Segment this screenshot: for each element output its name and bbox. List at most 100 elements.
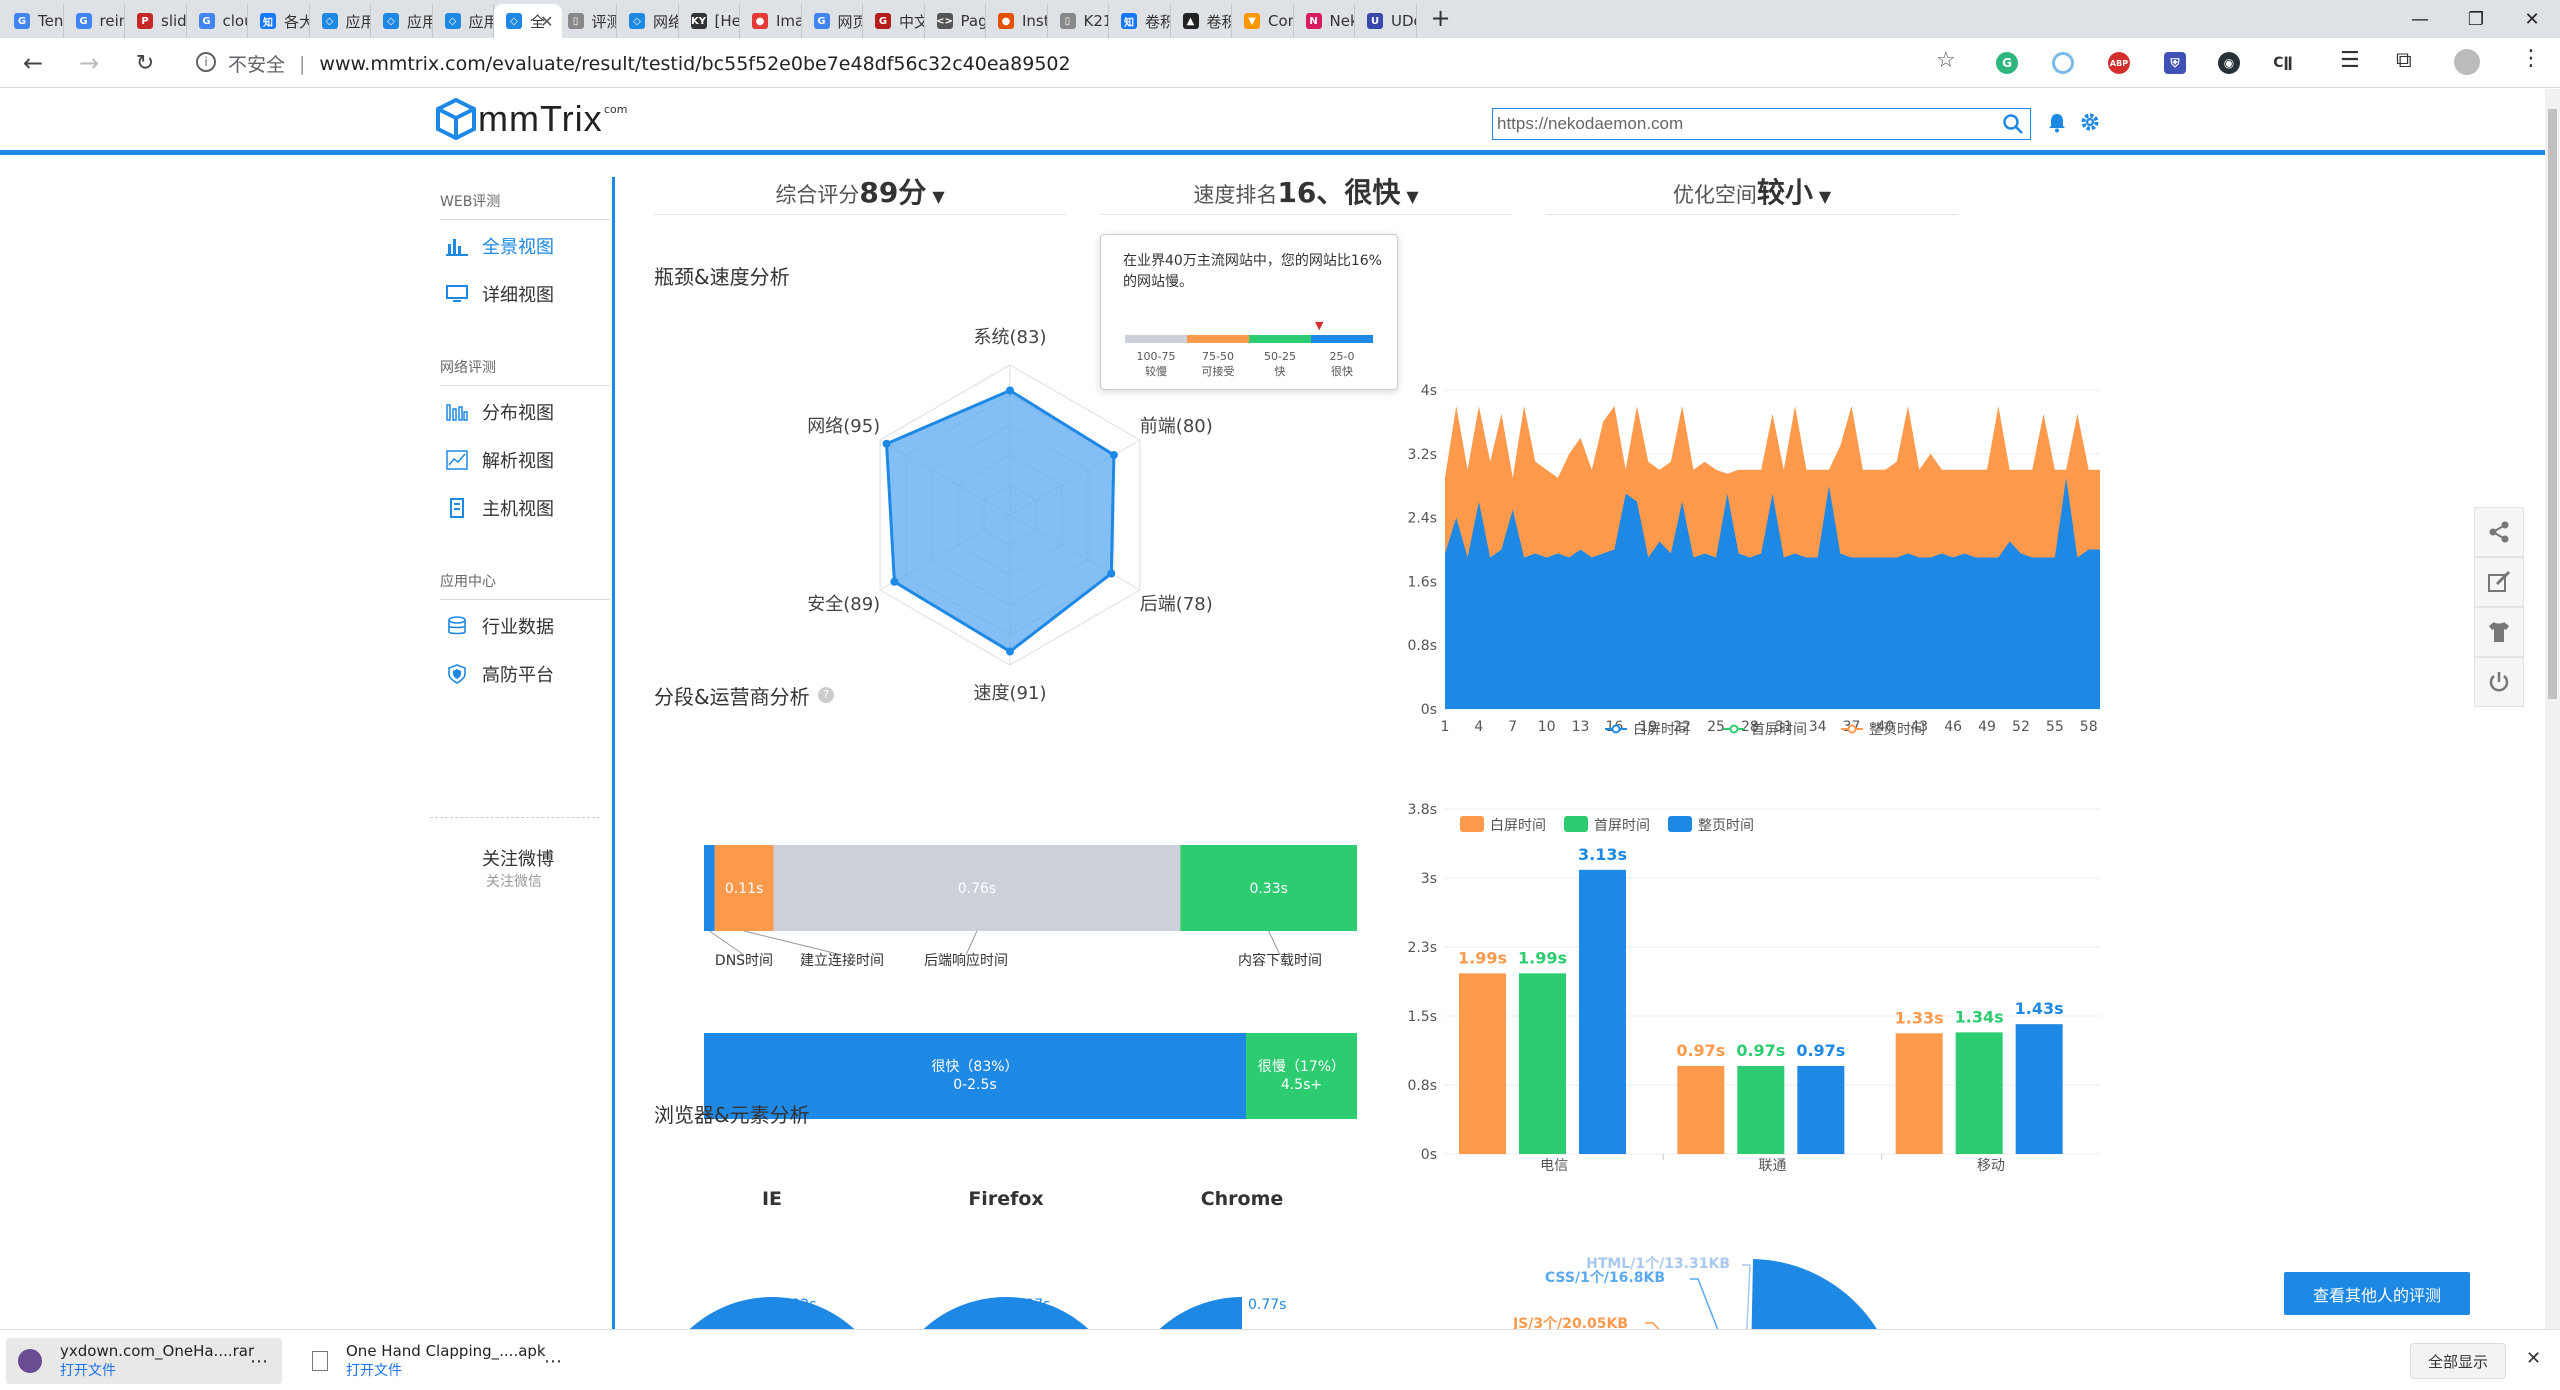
browser-tab[interactable]: KY [Hexo [679, 4, 740, 38]
follow-weibo-link[interactable]: 关注微博 [482, 845, 554, 871]
tab-close-icon[interactable]: ✕ [540, 12, 553, 31]
browser-tab[interactable]: 知卷积神 [1109, 4, 1171, 38]
download-more-button[interactable]: ⋯ [544, 1351, 562, 1372]
browser-tab[interactable]: ▼ Convolu [1232, 4, 1294, 38]
browser-tab[interactable]: Greinstall [64, 4, 125, 38]
tab-label: 卷积神 [1206, 12, 1232, 31]
sidebar-item-industry[interactable]: 行业数据 [446, 613, 554, 639]
browser-tab[interactable]: ▲ 卷积神 [1171, 4, 1232, 38]
segment-block [704, 845, 715, 931]
circle-extension-icon[interactable] [2052, 52, 2074, 74]
reload-button[interactable]: ↻ [130, 48, 160, 78]
edit-icon [2488, 570, 2511, 592]
download-bar: yxdown.com_OneHa....rar 打开文件 ⋯ One Hand … [0, 1329, 2560, 1390]
sidebar-item-overview[interactable]: 全景视图 [446, 233, 554, 259]
overall-score-tab[interactable]: 综合评分89分 ▼ [654, 171, 1066, 215]
page-content: mmTrix com WEB评测 全景视图 详细视图 [0, 89, 2545, 1329]
forward-button[interactable]: → [74, 48, 104, 78]
reading-list-icon[interactable]: ☰ [2340, 48, 2360, 73]
code-extension-icon[interactable]: Cǁ [2272, 52, 2294, 74]
dark-extension-icon[interactable]: ◉ [2218, 52, 2240, 74]
profile-avatar[interactable] [2454, 49, 2480, 75]
search-box[interactable] [1492, 108, 2031, 140]
bell-icon[interactable] [2048, 113, 2066, 133]
show-all-downloads-button[interactable]: 全部显示 [2410, 1343, 2506, 1379]
optimization-space-tab[interactable]: 优化空间较小 ▼ [1546, 171, 1958, 215]
sidebar-item-defense[interactable]: 高防平台 [446, 661, 554, 687]
browser-tab[interactable]: ◇ 全​ ✕ [494, 4, 562, 38]
segment-value: 0.11s [725, 881, 763, 897]
tab-favicon-icon: KY [690, 13, 707, 29]
speed-rank-tab[interactable]: 速度排名16、很快 ▼ [1100, 171, 1512, 215]
adblock-extension-icon[interactable]: ABP [2108, 52, 2130, 74]
pie-slice-images [1751, 1259, 1877, 1329]
browser-tab[interactable]: ◇ 应用评测 [310, 4, 371, 38]
edit-button[interactable] [2474, 557, 2524, 607]
radar-label: 后端(78) [1140, 594, 1213, 615]
browser-tab[interactable]: ▯ 评测报告 [556, 4, 617, 38]
new-tab-button[interactable]: + [1431, 4, 1451, 32]
search-input[interactable] [1493, 109, 1973, 139]
menu-icon[interactable]: ⋮ [2520, 46, 2542, 71]
sidebar-item-detail[interactable]: 详细视图 [446, 281, 554, 307]
browser-tab[interactable]: G 中文网 [863, 4, 925, 38]
tooltip-range: 50-25 [1264, 350, 1296, 363]
collections-icon[interactable]: ⧉ [2396, 48, 2412, 73]
bookmark-star-icon[interactable]: ☆ [1936, 48, 1956, 73]
browser-tab[interactable]: ◇ 应用评测 [371, 4, 433, 38]
caret-down-icon: ▼ [932, 187, 945, 206]
window-close-button[interactable]: ✕ [2504, 0, 2560, 38]
minimize-button[interactable]: — [2392, 0, 2448, 38]
browser-tab[interactable]: ◇ 网络评测 [617, 4, 679, 38]
download-more-button[interactable]: ⋯ [250, 1351, 268, 1372]
browser-tab[interactable]: Pslides_v [125, 4, 187, 38]
download-item[interactable]: One Hand Clapping_....apk 打开文件 ⋯ [300, 1338, 576, 1384]
restore-button[interactable]: ❐ [2448, 0, 2504, 38]
mmtrix-logo[interactable]: mmTrix com [434, 97, 628, 141]
browser-tab[interactable]: <> PageSp [925, 4, 986, 38]
browser-tab[interactable]: N NekoDa [1294, 4, 1355, 38]
slow-label: 很慢（17%） [1257, 1059, 1346, 1075]
search-icon[interactable] [2002, 113, 2024, 135]
browser-tab[interactable]: ● Image C [740, 4, 802, 38]
browser-tab[interactable]: ◇ 应用评测 [433, 4, 494, 38]
page-scrollbar[interactable] [2545, 89, 2560, 1329]
browser-tab[interactable]: Gcloudfla [187, 4, 248, 38]
pie-leader-line [1742, 1264, 1751, 1329]
browser-tab[interactable]: G 网页中 [802, 4, 863, 38]
help-icon[interactable]: ? [818, 687, 834, 703]
tooltip-range-label: 快 [1274, 365, 1286, 378]
back-button[interactable]: ← [18, 48, 48, 78]
grammarly-extension-icon[interactable]: G [1996, 52, 2018, 74]
follow-weixin-link[interactable]: 关注微信 [486, 871, 542, 891]
browser-tab[interactable]: U UDoma [1355, 4, 1417, 38]
sidebar-item-host[interactable]: 主机视图 [446, 495, 554, 521]
browser-tab[interactable]: G TensorF [2, 4, 64, 38]
open-file-link[interactable]: 打开文件 [346, 1360, 546, 1380]
info-icon[interactable]: i [196, 52, 216, 72]
browser-tab[interactable]: 知各大CDI [248, 4, 310, 38]
browser-tab[interactable]: ▯ K210 C [1048, 4, 1109, 38]
view-others-button[interactable]: 查看其他人的评测 [2284, 1272, 2470, 1315]
radar-label: 前端(80) [1140, 416, 1213, 437]
open-file-link[interactable]: 打开文件 [60, 1360, 254, 1380]
sidebar-item-analysis[interactable]: 解析视图 [446, 447, 554, 473]
sidebar-item-distribution[interactable]: 分布视图 [446, 399, 554, 425]
scrollbar-thumb[interactable] [2548, 109, 2557, 699]
speed-rank-value: 16、很快 [1277, 176, 1401, 209]
radar-label: 速度(91) [974, 683, 1047, 704]
gear-icon[interactable] [2080, 112, 2100, 132]
browser-tab[interactable]: ● Installin [986, 4, 1048, 38]
download-item[interactable]: yxdown.com_OneHa....rar 打开文件 ⋯ [6, 1338, 282, 1384]
tab-label: TensorF [38, 12, 64, 30]
tab-favicon-icon: ◇ [321, 13, 338, 29]
address-bar[interactable]: 不安全 | www.mmtrix.com/evaluate/result/tes… [228, 50, 1071, 77]
power-button[interactable] [2474, 657, 2524, 707]
tooltip-scale-segment [1311, 335, 1373, 343]
close-download-bar-button[interactable]: ✕ [2526, 1348, 2541, 1369]
shirt-button[interactable] [2474, 607, 2524, 657]
overall-score-value: 89分 [859, 176, 927, 209]
share-button[interactable] [2474, 507, 2524, 557]
shield-extension-icon[interactable]: ⛨ [2164, 52, 2186, 74]
tooltip-range-label: 很快 [1331, 365, 1353, 378]
